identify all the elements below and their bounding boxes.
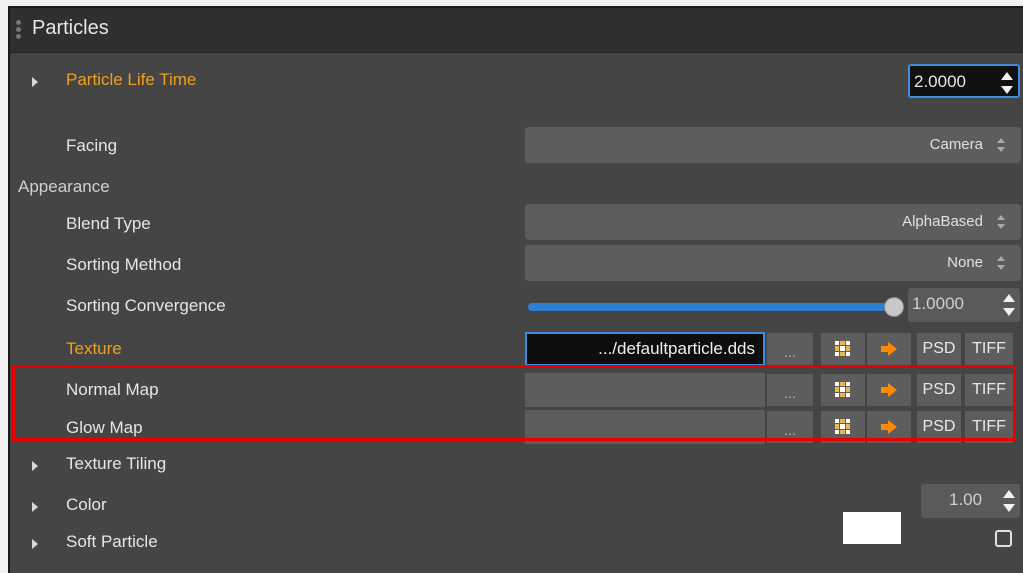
color-alpha-value[interactable]: 1.00	[949, 490, 982, 510]
expand-particle-life-time-icon[interactable]	[32, 77, 38, 87]
sorting-convergence-slider[interactable]	[528, 303, 890, 311]
slider-knob[interactable]	[884, 297, 904, 317]
sorting-convergence-label: Sorting Convergence	[66, 296, 226, 315]
texture-tiling-label: Texture Tiling	[66, 454, 167, 473]
soft-particle-checkbox[interactable]	[995, 530, 1012, 547]
expand-soft-particle-icon[interactable]	[32, 539, 38, 549]
particle-life-time-value[interactable]: 2.0000	[914, 72, 966, 92]
texture-path-value[interactable]: .../defaultparticle.dds	[598, 339, 755, 359]
select-arrows-icon	[997, 137, 1007, 153]
color-swatch[interactable]	[843, 512, 901, 544]
soft-particle-label: Soft Particle	[66, 532, 158, 551]
particle-life-time-spinner[interactable]: 2.0000	[908, 64, 1020, 98]
texture-psd-button[interactable]: PSD	[917, 333, 961, 365]
normal-map-psd-button[interactable]: PSD	[917, 374, 961, 406]
glow-map-apply-button[interactable]	[867, 411, 911, 443]
particle-life-time-label: Particle Life Time	[66, 70, 197, 89]
texture-path-field[interactable]: .../defaultparticle.dds	[525, 332, 765, 366]
texture-label: Texture	[66, 339, 122, 358]
normal-map-browse-button[interactable]: ...	[767, 374, 813, 406]
normal-map-thumbnail-button[interactable]	[821, 374, 865, 406]
orange-arrow-icon	[881, 420, 897, 434]
blend-type-label: Blend Type	[66, 214, 151, 233]
drag-grip-icon[interactable]	[16, 20, 22, 41]
texture-apply-button[interactable]	[867, 333, 911, 365]
color-alpha-spinner[interactable]: 1.00	[921, 484, 1020, 518]
normal-map-label: Normal Map	[66, 380, 159, 399]
panel-title: Particles	[32, 17, 109, 39]
sorting-method-value: None	[947, 254, 983, 271]
select-arrows-icon	[997, 255, 1007, 271]
sorting-method-select[interactable]: None	[525, 245, 1021, 281]
grid-thumbnail-icon	[835, 382, 850, 397]
glow-map-psd-button[interactable]: PSD	[917, 411, 961, 443]
texture-thumbnail-button[interactable]	[821, 333, 865, 365]
grid-thumbnail-icon	[835, 419, 850, 434]
sorting-method-label: Sorting Method	[66, 255, 182, 274]
normal-map-apply-button[interactable]	[867, 374, 911, 406]
blend-type-select[interactable]: AlphaBased	[525, 204, 1021, 240]
orange-arrow-icon	[881, 383, 897, 397]
glow-map-thumbnail-button[interactable]	[821, 411, 865, 443]
expand-texture-tiling-icon[interactable]	[32, 461, 38, 471]
normal-map-path-field[interactable]	[525, 373, 765, 407]
glow-map-browse-button[interactable]: ...	[767, 411, 813, 443]
texture-browse-button[interactable]: ...	[767, 333, 813, 365]
texture-tiff-button[interactable]: TIFF	[965, 333, 1013, 365]
spinner-arrows-icon[interactable]	[1000, 71, 1014, 95]
normal-map-tiff-button[interactable]: TIFF	[965, 374, 1013, 406]
glow-map-path-field[interactable]	[525, 410, 765, 444]
spinner-arrows-icon[interactable]	[1002, 293, 1016, 317]
color-label: Color	[66, 495, 107, 514]
blend-type-value: AlphaBased	[902, 213, 983, 230]
expand-color-icon[interactable]	[32, 502, 38, 512]
facing-select[interactable]: Camera	[525, 127, 1021, 163]
appearance-section-label: Appearance	[18, 177, 110, 196]
glow-map-label: Glow Map	[66, 418, 143, 437]
orange-arrow-icon	[881, 342, 897, 356]
grid-thumbnail-icon	[835, 341, 850, 356]
particles-panel: Particles Particle Life Time 2.0000 Faci…	[8, 6, 1023, 573]
facing-value: Camera	[929, 136, 983, 153]
sorting-convergence-spinner[interactable]: 1.0000	[908, 288, 1020, 322]
panel-header[interactable]: Particles	[10, 8, 1023, 53]
spinner-arrows-icon[interactable]	[1002, 489, 1016, 513]
glow-map-tiff-button[interactable]: TIFF	[965, 411, 1013, 443]
facing-label: Facing	[66, 136, 118, 155]
sorting-convergence-value[interactable]: 1.0000	[912, 294, 964, 314]
select-arrows-icon	[997, 214, 1007, 230]
